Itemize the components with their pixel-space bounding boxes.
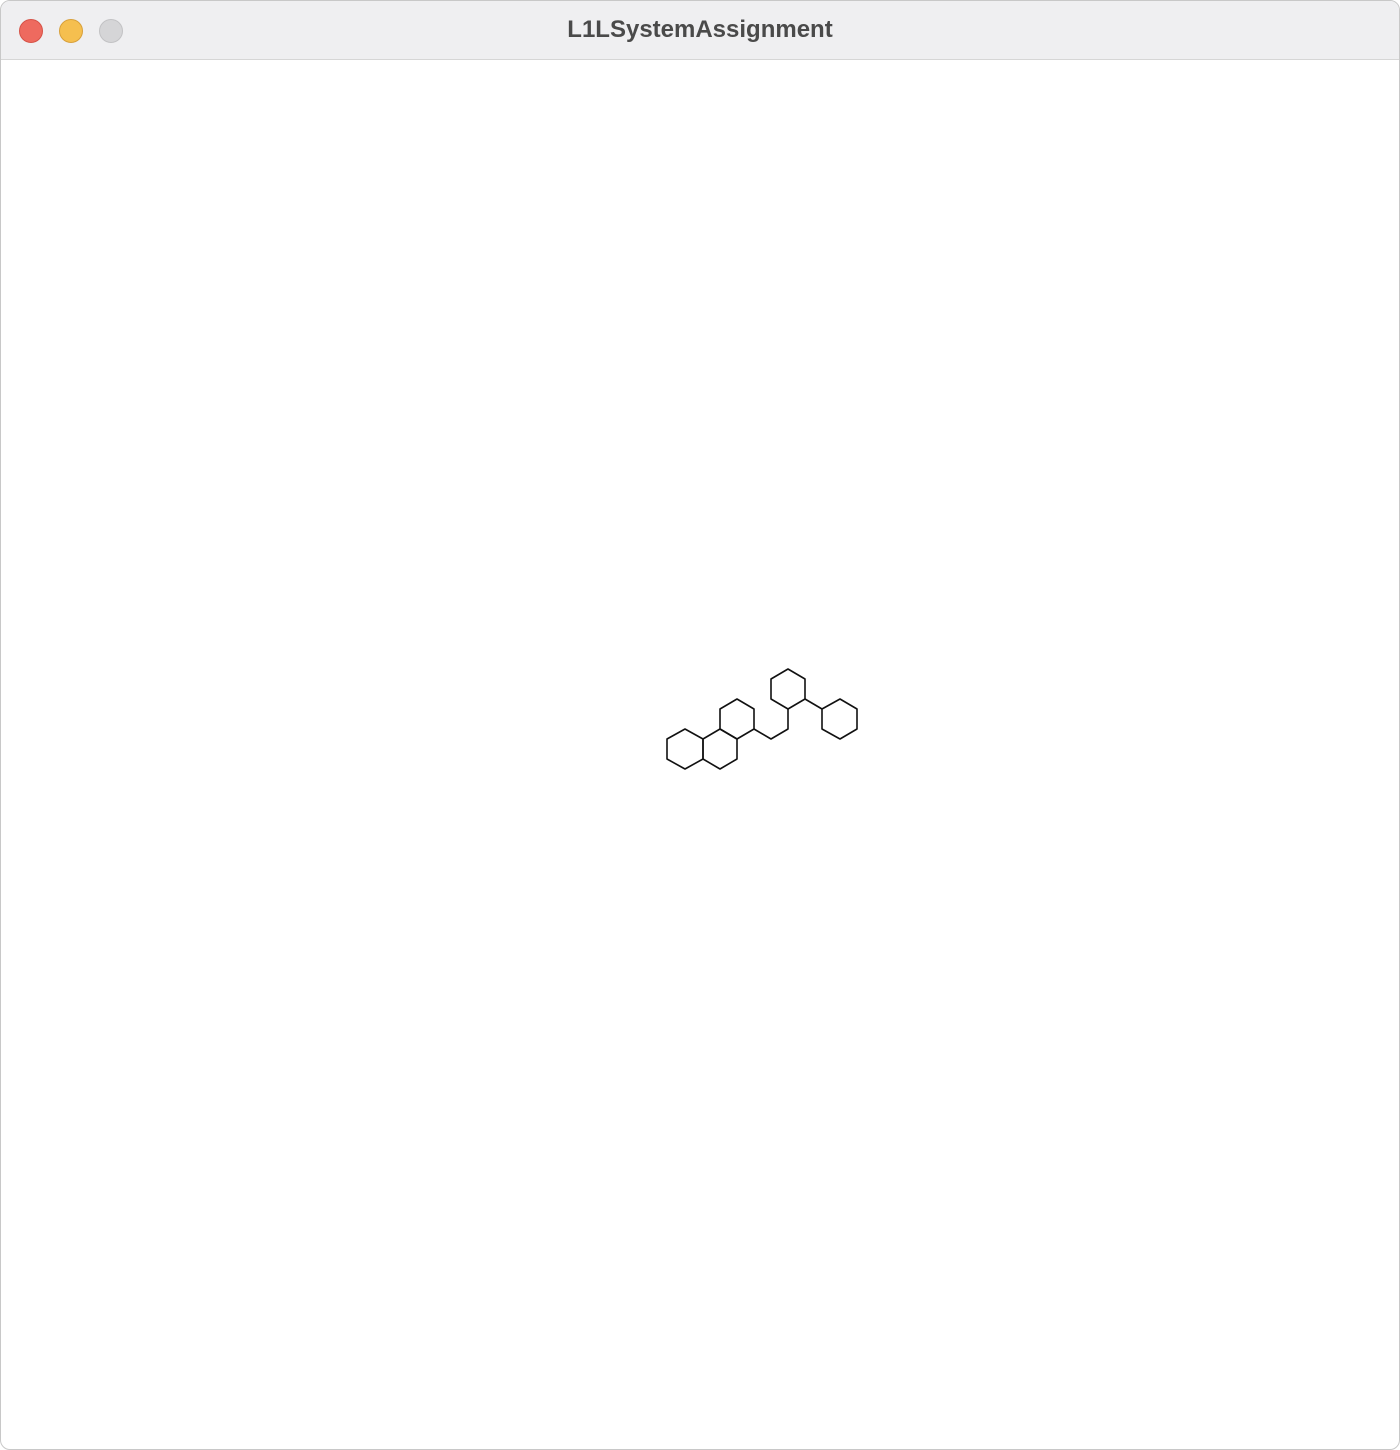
connector-path xyxy=(804,698,823,710)
hexagon xyxy=(770,668,806,710)
hexagon xyxy=(702,728,738,770)
lsystem-canvas xyxy=(666,668,858,770)
hexagon xyxy=(666,728,704,770)
connector-path xyxy=(753,709,789,740)
hexagon xyxy=(719,698,755,740)
hexagon xyxy=(821,698,858,740)
